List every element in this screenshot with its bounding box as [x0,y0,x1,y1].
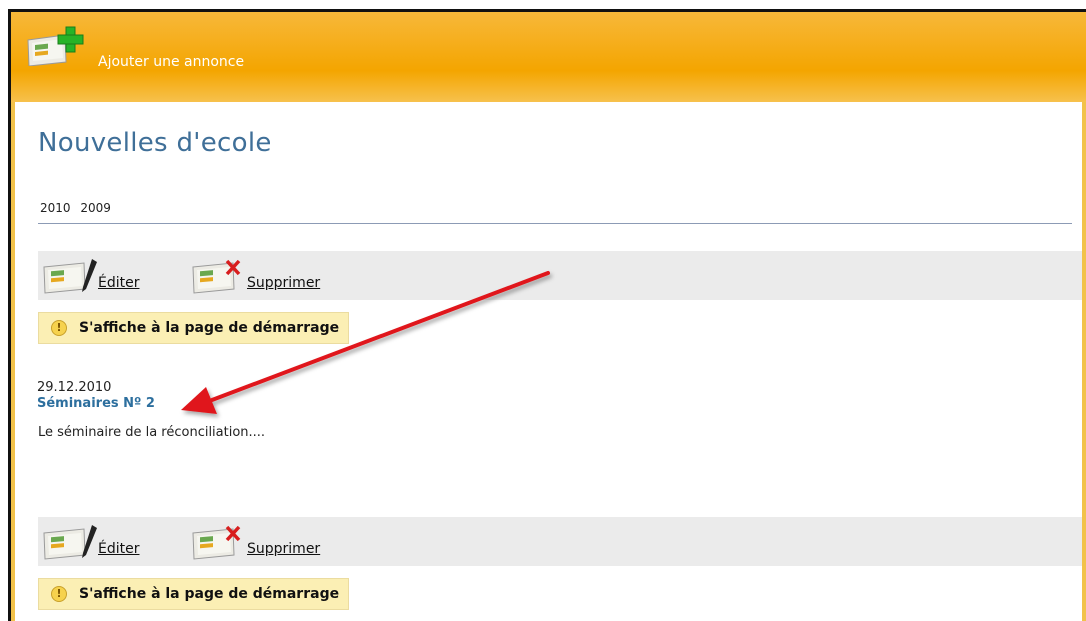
browser-frame: Ajouter une annonce Nouvelles d'ecole 20… [8,9,1086,621]
year-filter: 2010 2009 [40,201,117,215]
post-title-link[interactable]: Séminaires Nº 2 [37,396,155,411]
warning-icon: ! [51,320,67,336]
delete-link[interactable]: Supprimer [247,541,320,557]
post-excerpt: Le séminaire de la réconciliation.... [38,425,266,440]
divider [38,223,1072,224]
year-link-2009[interactable]: 2009 [80,201,111,215]
badge-label: S'affiche à la page de démarrage [79,586,340,602]
image-x-icon [192,525,241,560]
add-announcement-link[interactable]: Ajouter une annonce [98,54,244,70]
edit-link[interactable]: Éditer [98,275,139,291]
delete-button[interactable]: Supprimer [191,525,341,561]
delete-button[interactable]: Supprimer [191,259,341,295]
status-badge: ! S'affiche à la page de démarrage [38,312,350,344]
edit-button[interactable]: Éditer [42,259,152,295]
year-link-2010[interactable]: 2010 [40,201,71,215]
warning-icon: ! [51,586,67,602]
header-bar: Ajouter une annonce [11,12,1086,102]
image-plus-icon[interactable] [25,24,87,70]
post-date: 29.12.2010 [37,380,112,395]
image-x-icon [192,259,241,294]
actions-bar: Éditer Supprimer [38,251,1082,300]
page-title: Nouvelles d'ecole [38,128,272,158]
badge-label: S'affiche à la page de démarrage [79,320,340,336]
image-pen-icon [43,525,97,560]
news-content: Nouvelles d'ecole 2010 2009 Éditer Suppr… [11,102,1086,621]
edit-link[interactable]: Éditer [98,541,139,557]
edit-button[interactable]: Éditer [42,525,152,561]
image-pen-icon [43,259,97,294]
actions-bar: Éditer Supprimer [38,517,1082,566]
status-badge: ! S'affiche à la page de démarrage [38,578,350,610]
delete-link[interactable]: Supprimer [247,275,320,291]
